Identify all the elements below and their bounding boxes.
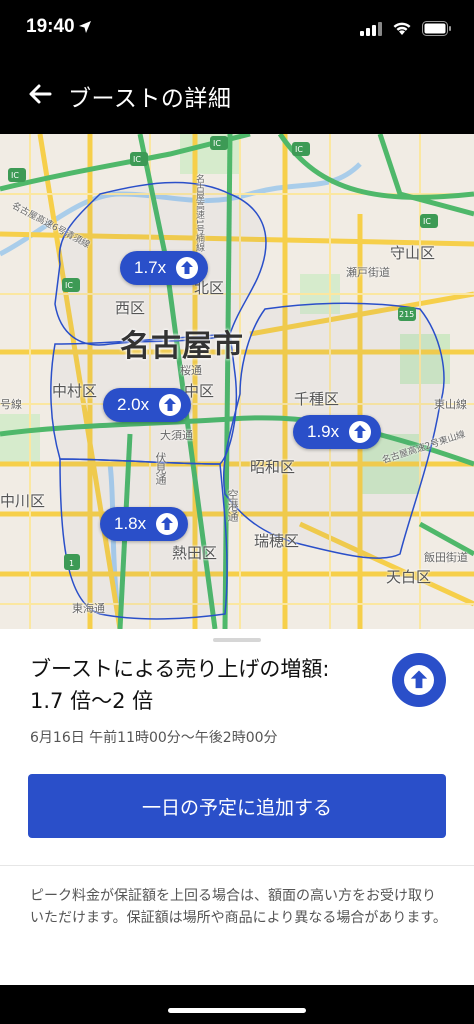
- district-label: 西区: [115, 299, 146, 317]
- svg-text:IC: IC: [295, 145, 303, 154]
- svg-text:IC: IC: [65, 281, 73, 290]
- svg-text:IC: IC: [11, 171, 19, 180]
- status-bar: 19:40: [0, 0, 474, 56]
- boost-detail-sheet: ブーストによる売り上げの増額: 1.7 倍〜2 倍 6月16日 午前11時00分…: [0, 629, 474, 1024]
- status-time: 19:40: [26, 16, 75, 37]
- road-label: 桜通: [180, 364, 202, 377]
- back-button[interactable]: [24, 78, 56, 110]
- district-label: 瑞穂区: [254, 532, 300, 550]
- svg-text:IC: IC: [423, 217, 431, 226]
- svg-text:215: 215: [399, 310, 414, 319]
- district-label: 昭和区: [250, 458, 296, 476]
- boost-multiplier: 2.0x: [117, 395, 150, 414]
- svg-text:IC: IC: [213, 139, 221, 148]
- district-label: 天白区: [386, 568, 432, 586]
- map-view[interactable]: IC IC IC IC IC IC 215 1 名古屋市 北区 西区 中村区 中区 千種区…: [0, 134, 474, 629]
- boost-pin[interactable]: 1.7x: [120, 251, 209, 285]
- road-label: 空港通: [226, 489, 239, 522]
- road-label: 号線: [0, 398, 22, 411]
- boost-multiplier: 1.9x: [307, 422, 340, 441]
- svg-text:1: 1: [69, 559, 74, 568]
- arrow-left-icon: [29, 84, 52, 104]
- header-bar: ブーストの詳細: [0, 56, 474, 134]
- boost-title: ブーストによる売り上げの増額: 1.7 倍〜2 倍: [30, 653, 380, 717]
- location-arrow-icon: [78, 19, 92, 38]
- boost-pin[interactable]: 2.0x: [103, 388, 192, 422]
- home-area: [0, 985, 474, 1024]
- page-title: ブーストの詳細: [68, 86, 232, 112]
- boost-title-line2: 1.7 倍〜2 倍: [30, 689, 154, 713]
- boost-badge: [392, 653, 446, 707]
- boost-multiplier: 1.8x: [114, 514, 147, 533]
- guarantee-note: ピーク料金が保証額を上回る場合は、額面の高い方をお受け取りいただけます。保証額は…: [30, 888, 447, 926]
- boost-pin[interactable]: 1.9x: [293, 415, 382, 449]
- divider: [0, 865, 474, 866]
- signal-icon: [359, 21, 382, 36]
- district-label: 守山区: [390, 244, 436, 262]
- add-to-schedule-button[interactable]: 一日の予定に追加する: [28, 774, 446, 838]
- boost-multiplier: 1.7x: [134, 258, 167, 277]
- drag-handle[interactable]: [213, 638, 261, 642]
- road-label: 飯田街道: [424, 551, 468, 564]
- road-label: 名古屋高速1号楠線: [194, 174, 204, 252]
- road-label: 東海通: [72, 602, 105, 615]
- boost-pin[interactable]: 1.8x: [100, 507, 189, 541]
- road-label: 大須通: [160, 429, 193, 442]
- wifi-icon: [393, 22, 411, 35]
- city-label: 名古屋市: [120, 329, 244, 364]
- home-indicator[interactable]: [168, 1008, 306, 1013]
- district-label: 中村区: [52, 382, 98, 400]
- road-label: 瀬戸街道: [346, 266, 390, 279]
- district-label: 千種区: [294, 390, 340, 408]
- boost-arrow-icon: [159, 394, 182, 416]
- boost-arrow-icon: [404, 665, 434, 695]
- road-label: 伏見通: [154, 452, 167, 485]
- boost-time-range: 6月16日 午前11時00分〜午後2時00分: [30, 730, 278, 746]
- svg-text:IC: IC: [133, 155, 141, 164]
- boost-arrow-icon: [176, 257, 199, 279]
- district-label: 中川区: [0, 492, 46, 510]
- boost-arrow-icon: [156, 513, 179, 535]
- boost-title-line1: ブーストによる売り上げの増額:: [30, 657, 330, 681]
- district-label: 熱田区: [172, 544, 218, 562]
- status-icons: [355, 18, 452, 37]
- boost-arrow-icon: [349, 421, 372, 443]
- road-label: 東山線: [434, 398, 467, 411]
- battery-icon: [422, 21, 451, 36]
